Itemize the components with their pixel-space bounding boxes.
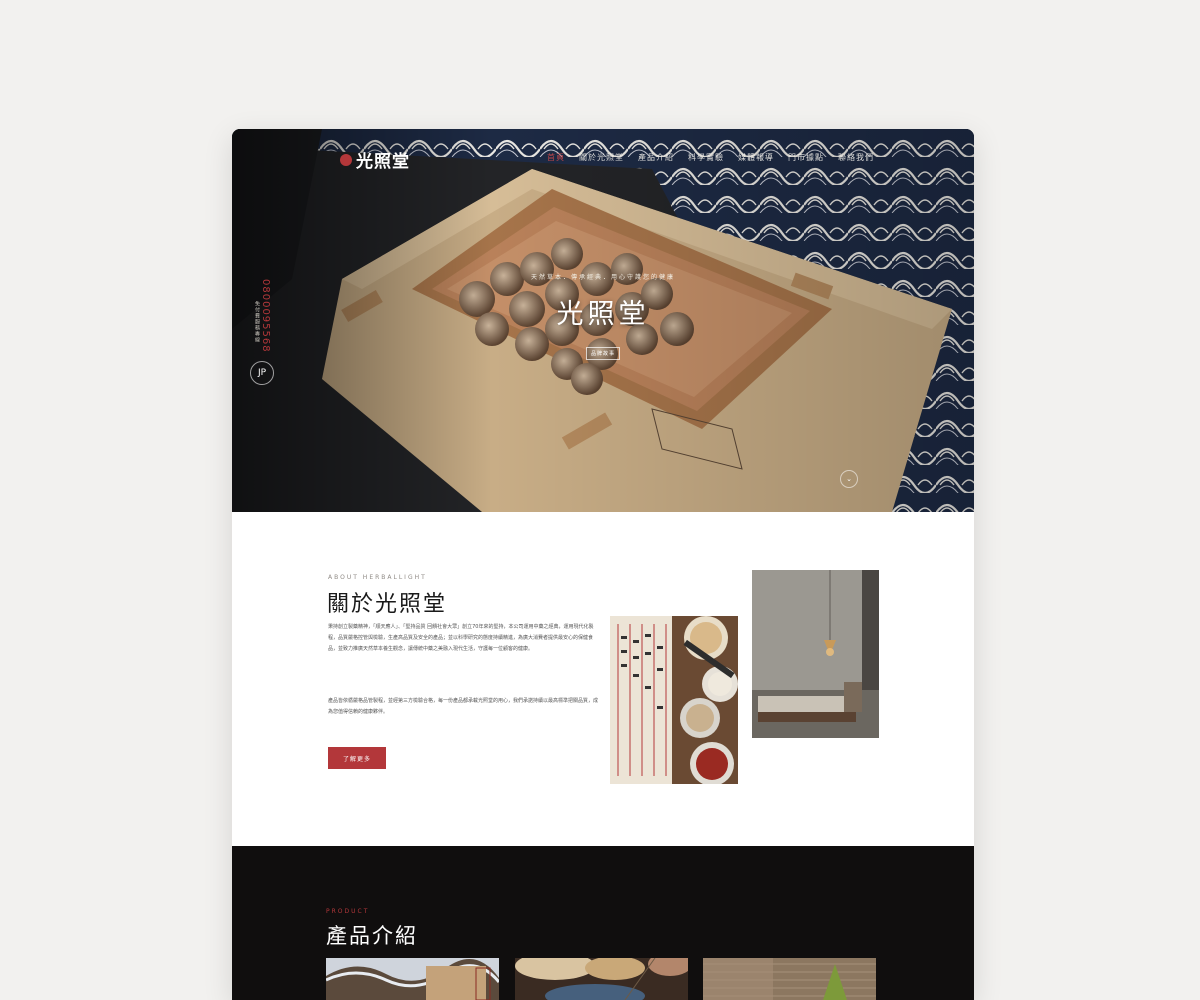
about-section: ABOUT HERBALLIGHT 關於光照堂 秉持創立製藥精神，「順天應人」、… (232, 512, 974, 846)
nav-item-contact[interactable]: 聯絡我們 (838, 152, 874, 163)
logo-text: 光照堂 (356, 152, 410, 172)
about-more-button[interactable]: 了解更多 (328, 747, 386, 769)
nav-item-stores[interactable]: 門市據點 (788, 152, 824, 163)
hero-title: 光照堂 (556, 299, 650, 330)
about-eyebrow: ABOUT HERBALLIGHT (328, 574, 427, 581)
products-title: 產品介紹 (326, 924, 418, 948)
nav-item-media[interactable]: 媒體報導 (738, 152, 774, 163)
nav-item-home[interactable]: 首頁 (547, 152, 565, 163)
hero-story-button[interactable]: 品牌故事 (586, 347, 620, 360)
about-paragraph-2: 產品皆依循嚴格品管製程，並經第三方檢驗合格，每一份產品都承載光照堂的用心，我們承… (328, 698, 599, 715)
chevron-down-icon[interactable]: ⌄ (840, 470, 858, 488)
nav-item-products[interactable]: 產品介紹 (638, 152, 674, 163)
website-preview: 光照堂 首頁 關於光照堂 產品介紹 科學實驗 媒體報導 門市據點 聯絡我們 08… (232, 129, 974, 1000)
site-logo[interactable]: 光照堂 (340, 147, 410, 172)
product-card[interactable] (703, 958, 876, 1000)
hero-section: 光照堂 首頁 關於光照堂 產品介紹 科學實驗 媒體報導 門市據點 聯絡我們 08… (232, 129, 974, 512)
logo-seal-icon (340, 153, 352, 166)
main-nav: 首頁 關於光照堂 產品介紹 科學實驗 媒體報導 門市據點 聯絡我們 (547, 152, 874, 163)
hero-subtitle: 天然草本．傳承經典．用心守護您的健康 (530, 274, 675, 281)
product-card[interactable] (515, 958, 688, 1000)
about-title: 關於光照堂 (327, 592, 448, 617)
products-eyebrow: PRODUCT (326, 908, 370, 915)
nav-item-about[interactable]: 關於光照堂 (579, 152, 624, 163)
about-paragraph-1: 秉持創立製藥精神，「順天應人」、「堅持品質 回饋社會大眾」創立70年來的堅持，本… (328, 624, 594, 652)
interior-photo (752, 570, 879, 738)
product-card[interactable] (326, 958, 499, 1000)
products-section: PRODUCT 產品介紹 (232, 846, 974, 1000)
language-icon[interactable]: JP (250, 361, 274, 385)
nav-item-science[interactable]: 科學實驗 (688, 152, 724, 163)
herbs-photo (610, 616, 738, 784)
